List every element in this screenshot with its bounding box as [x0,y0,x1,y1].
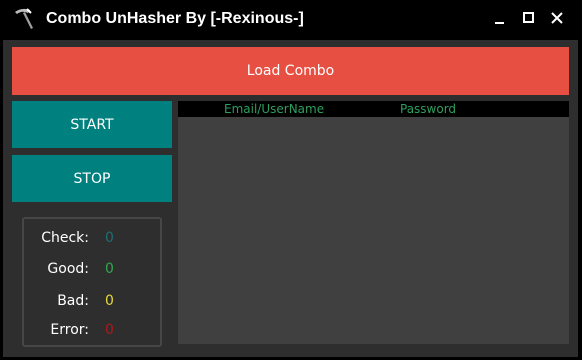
close-icon[interactable] [547,8,567,28]
window-title: Combo UnHasher By [-Rexinous-] [46,10,304,27]
check-label: Check: [41,230,89,246]
title-bar[interactable]: Combo UnHasher By [-Rexinous-] [0,0,582,38]
error-label: Error: [50,322,89,338]
error-count: 0 [105,322,114,338]
maximize-icon[interactable] [519,8,539,28]
bad-count: 0 [105,293,114,309]
check-count: 0 [105,230,114,246]
bad-label: Bad: [57,293,89,309]
column-header-password[interactable]: Password [400,102,456,116]
good-count: 0 [105,261,114,277]
app-window: Combo UnHasher By [-Rexinous-] Load Comb… [0,0,582,360]
main-panel: Load Combo START STOP Check: 0 Good: 0 B… [3,40,578,357]
stats-panel: Check: 0 Good: 0 Bad: 0 Error: 0 [22,217,162,347]
minimize-icon[interactable] [490,8,510,28]
column-header-email[interactable]: Email/UserName [224,102,324,116]
pickaxe-icon [12,6,36,30]
good-label: Good: [47,261,89,277]
load-combo-button[interactable]: Load Combo [12,47,569,95]
results-list[interactable]: Email/UserName Password [178,101,569,344]
stop-button[interactable]: STOP [12,155,172,202]
results-header: Email/UserName Password [178,101,569,117]
start-button[interactable]: START [12,101,172,148]
